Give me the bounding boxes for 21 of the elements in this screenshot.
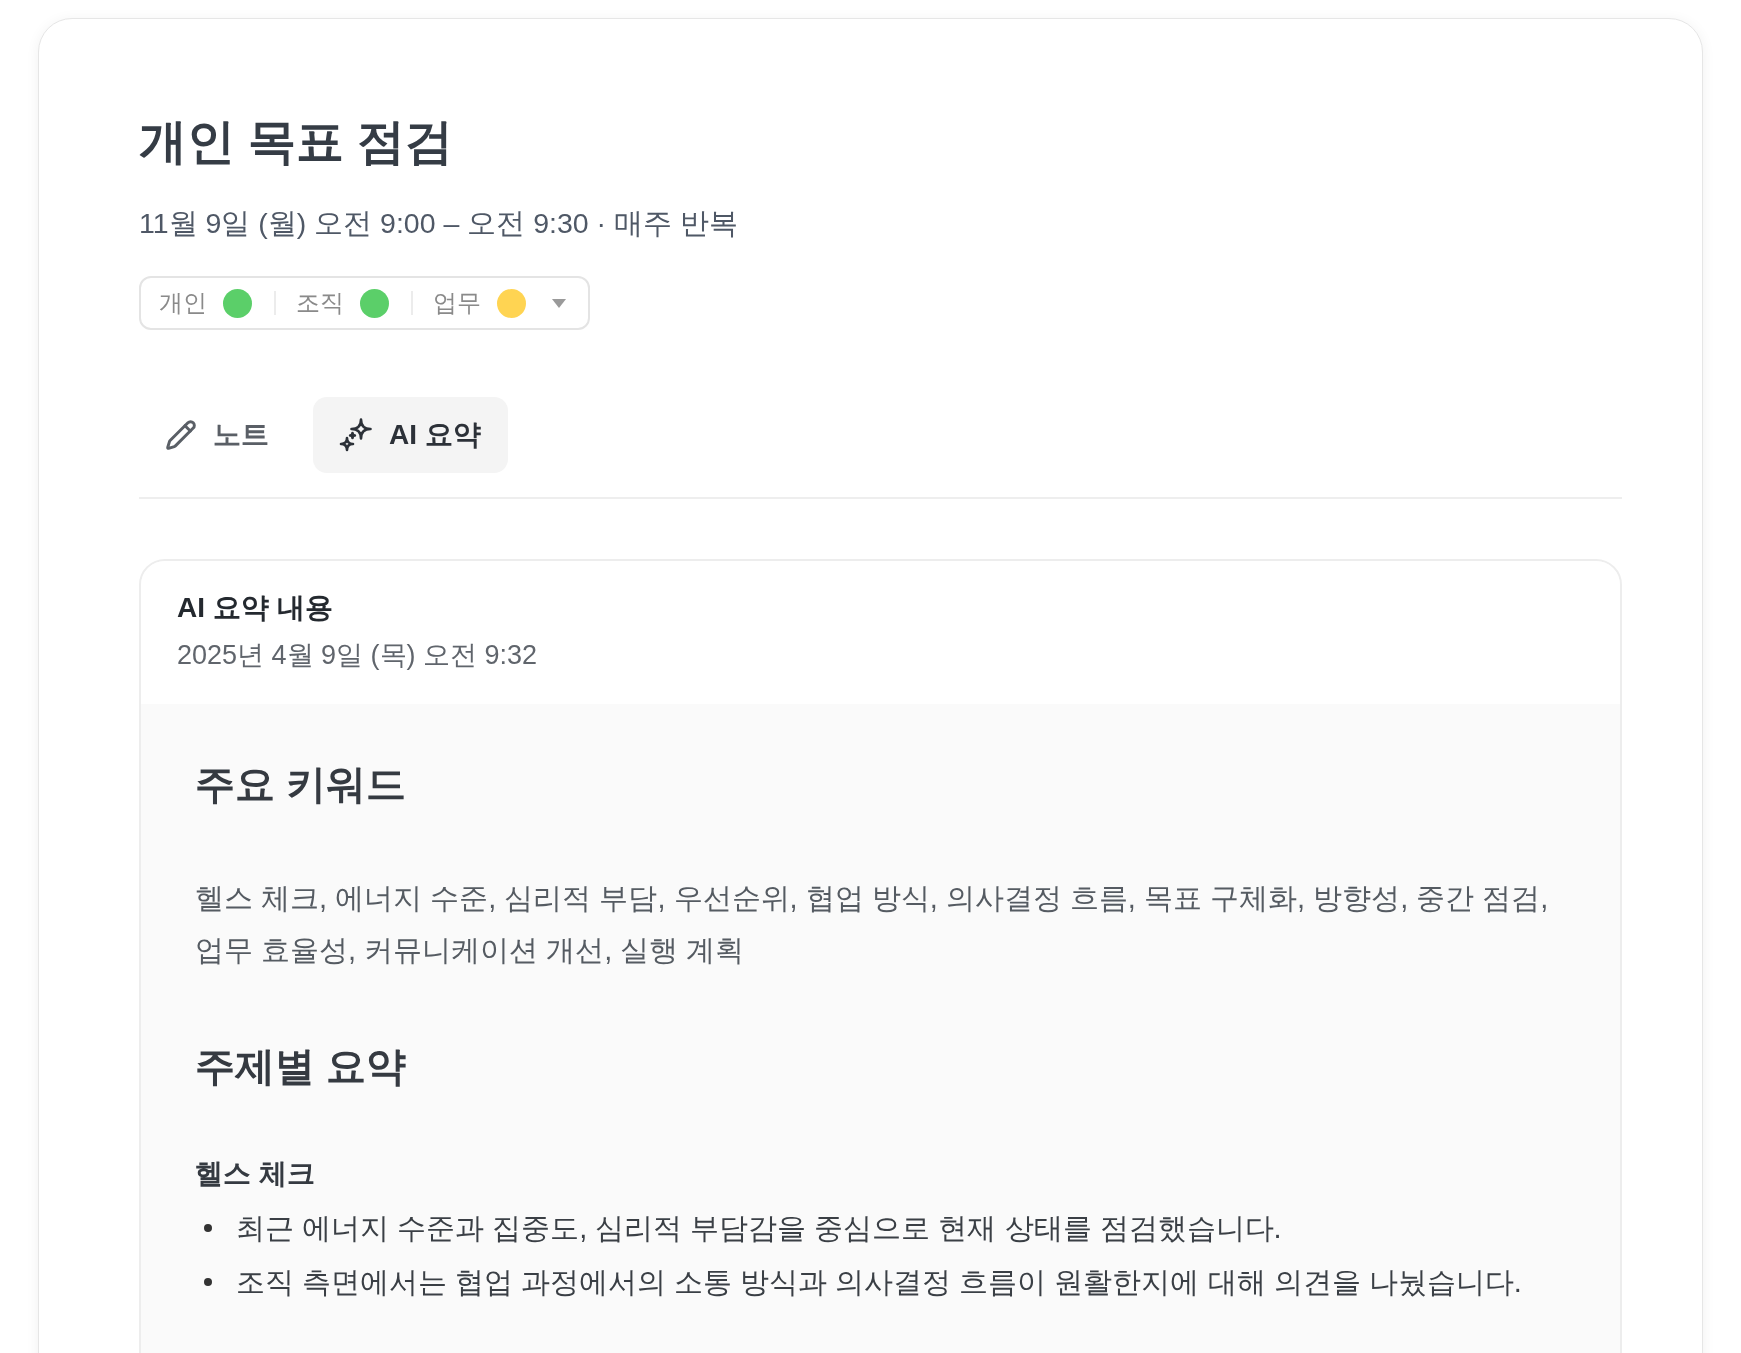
tag-label: 개인 [159,288,207,318]
keywords-text: 헬스 체크, 에너지 수준, 심리적 부담, 우선순위, 협업 방식, 의사결정 흐름, 목표 구체화, 방향성, 중간 점검, 업무 효율성, 커뮤니케이션 개선, 실행 계획 [195,881,1550,968]
tag-label: 조직 [296,288,344,318]
bullet-text: 최근 에너지 수준과 집중도, 심리적 부담감을 중심으로 현재 상태를 점검했습니다. [236,1211,1282,1246]
section-heading: 주요 키워드 [195,761,408,808]
tab[interactable]: AI 요약 [313,397,508,473]
sparkles-icon [339,418,373,452]
topic-title: 헬스 체크 [195,1157,316,1191]
tag-selector[interactable]: 개인 조직 업무 [139,276,590,330]
event-title: 개인 목표 점검 [139,114,455,170]
summary-title: AI 요약 내용 [177,591,334,625]
bullet-icon [204,1278,212,1286]
event-schedule: 11월 9일 (월) 오전 9:00 – 오전 9:30 · 매주 반복 [139,206,739,241]
section-heading: 주제별 요약 [195,1043,408,1090]
tag-label: 업무 [433,288,481,318]
pencil-icon [165,419,197,451]
tab[interactable]: 노트 [139,397,296,473]
bullet-icon [204,1224,212,1232]
bullet-text: 조직 측면에서는 협업 과정에서의 소통 방식과 의사결정 흐름이 원활한지에 대해 의견을 나눴습니다. [236,1265,1522,1300]
summary-timestamp: 2025년 4월 9일 (목) 오전 9:32 [177,639,539,672]
dropdown-caret-icon [552,298,566,308]
